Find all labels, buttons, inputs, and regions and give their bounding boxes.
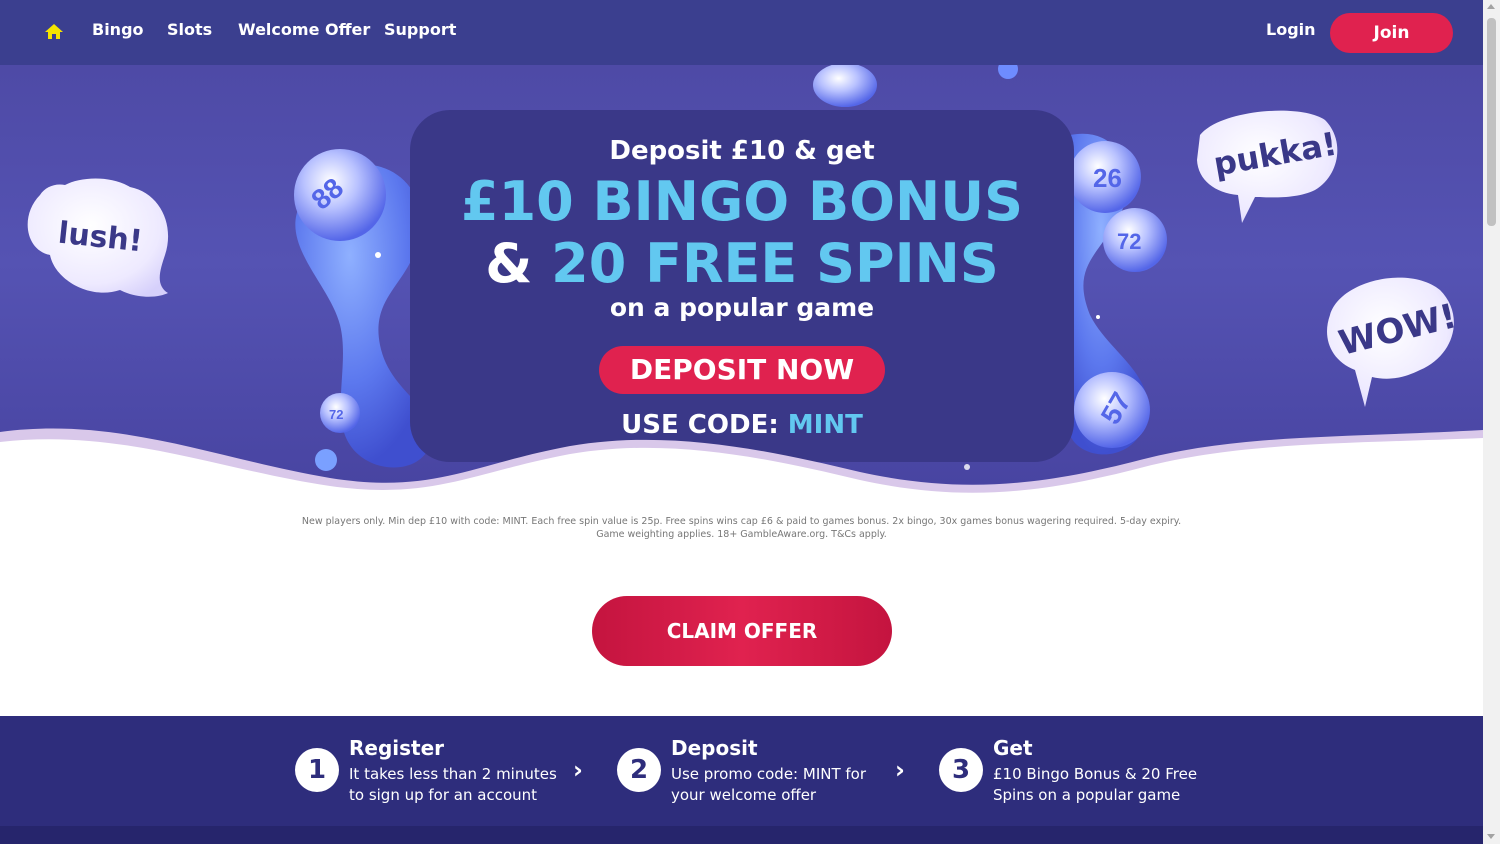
claim-offer-button[interactable]: CLAIM OFFER [592,596,892,666]
step-description: Use promo code: MINT for your welcome of… [671,765,867,804]
step-title: Get [993,736,1033,760]
promo-headline: Deposit £10 & get [609,136,875,166]
scroll-down-arrow-icon[interactable] [1487,834,1495,839]
hero-wave [0,428,1483,510]
footer-edge [0,826,1483,844]
chevron-right-icon: › [895,756,905,784]
nav-link-welcome-offer[interactable]: Welcome Offer [238,20,370,39]
nav-link-slots[interactable]: Slots [167,20,212,39]
step-number: 1 [295,748,339,792]
step-title: Deposit [671,736,758,760]
nav-link-support[interactable]: Support [384,20,456,39]
step-description: It takes less than 2 minutes to sign up … [349,765,557,804]
nav-link-bingo[interactable]: Bingo [92,20,144,39]
promo-subtitle: on a popular game [609,293,875,322]
terms-text: New players only. Min dep £10 with code:… [0,515,1483,541]
page: Bingo Slots Welcome Offer Support Login … [0,0,1483,844]
promo-ampersand: & [485,232,533,295]
step-title: Register [349,736,445,760]
deposit-now-button[interactable]: DEPOSIT NOW [599,346,885,394]
promo-bonus-line: £10 BINGO BONUS [461,170,1023,233]
scroll-up-arrow-icon[interactable] [1487,4,1495,9]
login-link[interactable]: Login [1266,20,1316,39]
svg-text:26: 26 [1093,163,1122,193]
promo-spins-text: 20 FREE SPINS [532,232,999,295]
home-icon[interactable] [44,22,64,42]
step-number: 3 [939,748,983,792]
promo-card: Deposit £10 & get £10 BINGO BONUS & 20 F… [410,110,1074,462]
join-button[interactable]: Join [1330,13,1453,53]
terms-line-2: Game weighting applies. 18+ GambleAware.… [596,529,887,540]
chevron-right-icon: › [573,756,583,784]
step-description: £10 Bingo Bonus & 20 Free Spins on a pop… [993,765,1198,804]
top-nav: Bingo Slots Welcome Offer Support Login … [0,0,1483,65]
svg-text:72: 72 [1117,229,1141,254]
scrollbar-thumb[interactable] [1487,18,1496,226]
page-scrollbar[interactable] [1483,0,1500,844]
steps-bar: 1 Register It takes less than 2 minutes … [0,716,1483,826]
terms-line-1: New players only. Min dep £10 with code:… [301,516,1182,527]
promo-spins-line: & 20 FREE SPINS [410,232,1074,295]
step-number: 2 [617,748,661,792]
